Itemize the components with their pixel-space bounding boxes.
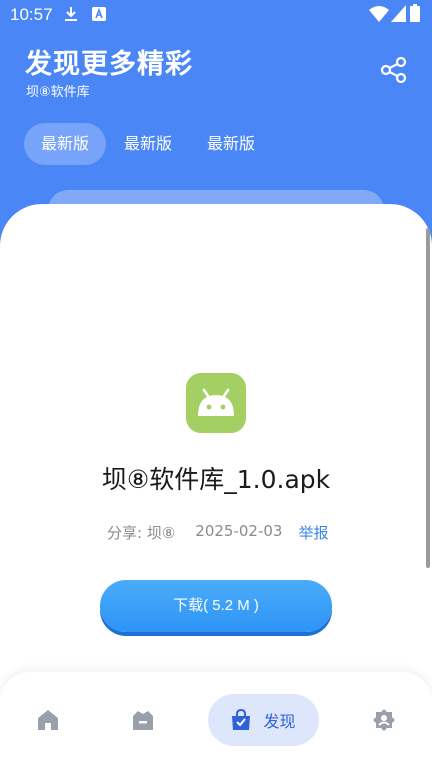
tab-latest-3[interactable]: 最新版 bbox=[190, 123, 272, 165]
tab-latest-1[interactable]: 最新版 bbox=[24, 123, 107, 165]
app-file-name: 坝⑧软件库_1.0.apk bbox=[101, 465, 331, 494]
bottom-nav: 发现 bbox=[0, 672, 432, 768]
nav-home[interactable] bbox=[22, 694, 74, 746]
battery-icon bbox=[410, 4, 420, 22]
wifi-icon bbox=[369, 6, 389, 22]
tab-latest-2[interactable]: 最新版 bbox=[107, 123, 189, 165]
page-title: 发现更多精彩 bbox=[25, 49, 193, 80]
status-time: 10:57 bbox=[10, 5, 53, 24]
version-tabs: 最新版 最新版 最新版 bbox=[24, 123, 273, 165]
android-icon bbox=[186, 373, 246, 433]
status-bar: 10:57 bbox=[0, 0, 432, 30]
share-icon[interactable] bbox=[380, 56, 408, 84]
shopping-bag-icon bbox=[232, 709, 251, 730]
scrollbar[interactable] bbox=[426, 228, 430, 568]
page-subtitle: 坝⑧软件库 bbox=[26, 85, 90, 100]
nav-apps[interactable] bbox=[117, 694, 169, 746]
app-meta: 分享: 坝⑧ 2025-02-03 举报 bbox=[107, 522, 328, 543]
profile-icon bbox=[373, 709, 395, 731]
publish-date: 2025-02-03 bbox=[195, 522, 283, 540]
nav-discover-label: 发现 bbox=[263, 712, 296, 731]
nav-discover[interactable]: 发现 bbox=[208, 694, 319, 746]
download-icon bbox=[65, 7, 77, 21]
app-notification-icon bbox=[92, 7, 106, 21]
download-button[interactable]: 下载( 5.2 M ) bbox=[100, 580, 332, 632]
nav-profile[interactable] bbox=[358, 694, 410, 746]
box-icon bbox=[133, 711, 153, 730]
report-link[interactable]: 举报 bbox=[298, 522, 328, 543]
share-source: 分享: 坝⑧ bbox=[107, 524, 176, 542]
signal-icon bbox=[391, 5, 406, 22]
home-icon bbox=[38, 710, 58, 730]
